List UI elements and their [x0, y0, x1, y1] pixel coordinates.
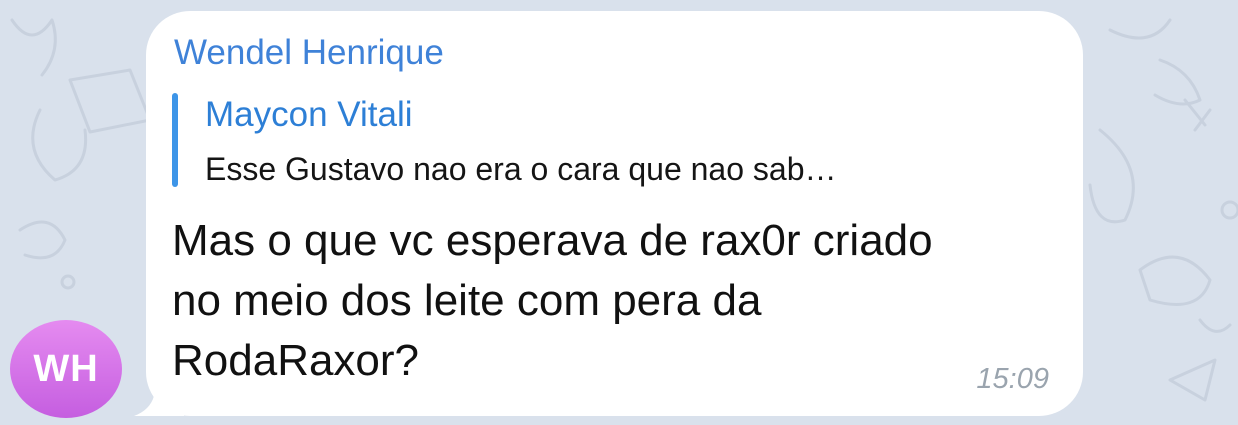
reply-accent-bar	[172, 93, 178, 187]
message-bubble[interactable]: Wendel Henrique Maycon Vitali Esse Gusta…	[146, 11, 1083, 416]
message-line: no meio dos leite com pera da	[172, 276, 762, 325]
message-text: Mas o que vc esperava de rax0r criado no…	[172, 211, 1072, 391]
message-line: Mas o que vc esperava de rax0r criado	[172, 216, 933, 265]
sender-name[interactable]: Wendel Henrique	[174, 33, 444, 73]
reply-author: Maycon Vitali	[205, 95, 413, 134]
avatar[interactable]: WH	[10, 320, 122, 418]
message-timestamp: 15:09	[976, 363, 1049, 395]
reply-preview: Esse Gustavo nao era o cara que nao sab…	[205, 151, 837, 187]
avatar-initials: WH	[33, 347, 99, 390]
message-line: RodaRaxor?	[172, 336, 420, 385]
reply-quote[interactable]: Maycon Vitali Esse Gustavo nao era o car…	[172, 91, 1052, 189]
